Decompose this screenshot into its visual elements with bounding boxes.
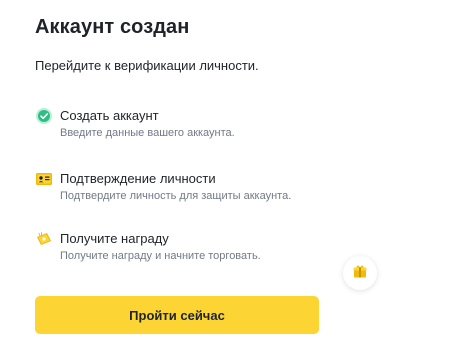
step-label: Создать аккаунт xyxy=(60,108,159,123)
gift-button[interactable] xyxy=(343,256,377,290)
id-card-icon xyxy=(35,170,53,188)
page-title: Аккаунт создан xyxy=(35,16,190,38)
check-circle-icon xyxy=(35,107,53,125)
step-label: Получите награду xyxy=(60,231,169,246)
step-description: Введите данные вашего аккаунта. xyxy=(60,127,235,139)
page-subtitle: Перейдите к верификации личности. xyxy=(35,58,259,73)
step-description: Подтвердите личность для защиты аккаунта… xyxy=(60,190,292,202)
gift-icon xyxy=(352,263,368,284)
go-now-button[interactable]: Пройти сейчас xyxy=(35,296,319,334)
step-description: Получите награду и начните торговать. xyxy=(60,250,261,262)
reward-ticket-icon xyxy=(35,230,53,248)
step-label: Подтверждение личности xyxy=(60,171,216,186)
